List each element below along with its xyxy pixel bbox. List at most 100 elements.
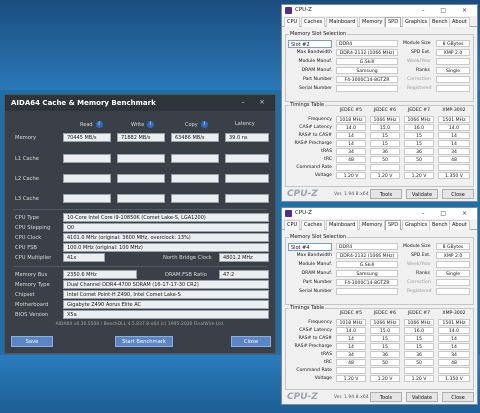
timing-cell: 48 <box>336 359 366 366</box>
tab-graphics[interactable]: Graphics <box>402 17 431 27</box>
timing-cell: 1.20 V <box>370 375 400 382</box>
aida64-title: AIDA64 Cache & Memory Benchmark <box>5 95 275 111</box>
tab-memory[interactable]: Memory <box>359 220 386 230</box>
write-info-icon[interactable]: i <box>147 121 155 128</box>
validate-button[interactable]: Validate <box>406 189 438 199</box>
timing-cell: 14 <box>438 335 470 342</box>
slot-select[interactable]: Slot #4 <box>288 243 332 251</box>
cpuz-titlebar: CPU-Z – □ × <box>282 5 477 16</box>
cpu-clock-label: CPU Clock <box>15 235 42 241</box>
cpuz-version: Ver. 1.94.8.x64 <box>334 395 369 400</box>
module-manuf-field: G.Skill <box>336 58 398 65</box>
part-number-field: F4-3000C14-8GTZR <box>336 76 398 83</box>
row-ras-cas-label: RAS# to CAS# <box>298 133 332 138</box>
nb-clock-value: 4801.2 MHz <box>219 253 269 262</box>
timing-cell: 36 <box>404 351 434 358</box>
memory-slot-selection: Memory Slot Selection Slot #2 DDR4 Modul… <box>285 31 474 102</box>
registered-field <box>436 288 470 295</box>
timing-cell: 14 <box>438 140 470 147</box>
read-info-icon[interactable]: i <box>95 121 103 128</box>
tab-bench[interactable]: Bench <box>429 17 451 27</box>
week-year-field <box>436 261 470 268</box>
memory-bus-value: 2350.6 MHz <box>63 270 137 279</box>
tools-button[interactable]: Tools <box>370 392 402 402</box>
timing-cell: 15 <box>404 140 434 147</box>
dram-manuf-field: Samsung <box>336 270 398 277</box>
tab-about[interactable]: About <box>449 17 470 27</box>
col-jedec6: JEDEC #6 <box>373 311 397 316</box>
cpuz-window-controls[interactable]: – □ × <box>421 5 474 16</box>
module-manuf-label: Module Manuf. <box>298 59 332 64</box>
tab-mainboard[interactable]: Mainboard <box>326 17 359 27</box>
serial-number-label: Serial Number <box>299 289 332 294</box>
cpu-fsb-label: CPU FSB <box>15 245 37 251</box>
correction-label: Correction <box>407 280 431 285</box>
module-manuf-field: G.Skill <box>336 261 398 268</box>
timing-cell: 36 <box>404 148 434 155</box>
timing-cell: 1066 MHz <box>370 116 400 123</box>
tools-button[interactable]: Tools <box>370 189 402 199</box>
close-button[interactable]: Close <box>442 392 474 402</box>
cpuz-window-controls[interactable]: – □ × <box>421 208 474 219</box>
timing-cell: 14 <box>438 132 470 139</box>
motherboard-value: Gigabyte Z490 Aorus Elite AC <box>63 300 269 309</box>
col-copy-label: Copy <box>185 122 198 128</box>
cpuz-tabs: CPU Caches Mainboard Memory SPD Graphics… <box>282 219 477 230</box>
l2-latency-value <box>225 174 269 183</box>
tab-cpu[interactable]: CPU <box>284 17 301 27</box>
validate-button[interactable]: Validate <box>406 392 438 402</box>
cpuz-window-2: CPU-Z – □ × CPU Caches Mainboard Memory … <box>281 207 478 405</box>
tab-caches[interactable]: Caches <box>301 17 326 27</box>
save-button[interactable]: Save <box>11 336 53 347</box>
registered-field <box>436 85 470 92</box>
aida64-window-controls[interactable]: – × <box>241 98 271 106</box>
max-bandwidth-field: DDR4-2132 (1066 MHz) <box>336 252 398 259</box>
col-write-header: Write i <box>131 121 155 128</box>
tab-about[interactable]: About <box>449 220 470 230</box>
row-cas-label: CAS# Latency <box>299 125 332 130</box>
module-manuf-label: Module Manuf. <box>298 262 332 267</box>
spd-ext-field: XMP 2.0 <box>436 252 470 259</box>
tab-bench[interactable]: Bench <box>429 220 451 230</box>
tab-caches[interactable]: Caches <box>301 220 326 230</box>
cpuz-footer: CPU-Z Ver. 1.94.8.x64 Tools Validate Clo… <box>282 390 477 404</box>
spd-ext-field: XMP 2.0 <box>436 49 470 56</box>
tab-cpu[interactable]: CPU <box>284 220 301 230</box>
timing-cell: 1.20 V <box>336 172 366 179</box>
memory-bus-label: Memory Bus <box>15 272 48 278</box>
row-command-rate-label: Command Rate <box>296 368 332 373</box>
slot-select[interactable]: Slot #2 <box>288 40 332 48</box>
cpuz-title: CPU-Z <box>295 7 312 13</box>
close-button[interactable]: Close <box>231 336 271 347</box>
tab-mainboard[interactable]: Mainboard <box>326 220 359 230</box>
chipset-label: Chipset <box>15 292 35 298</box>
start-benchmark-button[interactable]: Start Benchmark <box>115 336 173 347</box>
part-number-label: Part Number <box>303 280 332 285</box>
tab-spd[interactable]: SPD <box>385 220 402 230</box>
timing-cell: 14.0 <box>336 327 366 334</box>
timing-cell: 1.350 V <box>438 172 470 179</box>
module-size-label: Module Size <box>403 41 431 46</box>
timing-cell: 1066 MHz <box>404 319 434 326</box>
tab-graphics[interactable]: Graphics <box>402 220 431 230</box>
col-jedec7: JEDEC #7 <box>407 311 431 316</box>
cpuz-title: CPU-Z <box>295 210 312 216</box>
cpu-multiplier-value: 41x <box>63 253 105 262</box>
close-button[interactable]: Close <box>442 189 474 199</box>
col-read-label: Read <box>80 122 93 128</box>
timing-cell <box>370 164 400 171</box>
l1-read-value <box>63 154 111 163</box>
l1-copy-value <box>171 154 219 163</box>
tab-spd[interactable]: SPD <box>385 17 402 27</box>
copy-info-icon[interactable]: i <box>200 121 208 128</box>
cpuz-version: Ver. 1.94.8.x64 <box>334 192 369 197</box>
l3-read-value <box>63 194 111 203</box>
cpuz-brand: CPU-Z <box>287 392 318 402</box>
memory-type-label: Memory Type <box>15 282 50 288</box>
tab-memory[interactable]: Memory <box>359 17 386 27</box>
memory-type-value: Dual Channel DDR4-4700 SDRAM (16-17-17-3… <box>63 280 269 289</box>
week-year-label: Week/Year <box>407 59 431 64</box>
timing-cell: 50 <box>370 359 400 366</box>
timing-cell: 1018 MHz <box>336 116 366 123</box>
cpu-multiplier-label: CPU Multiplier <box>15 255 52 261</box>
